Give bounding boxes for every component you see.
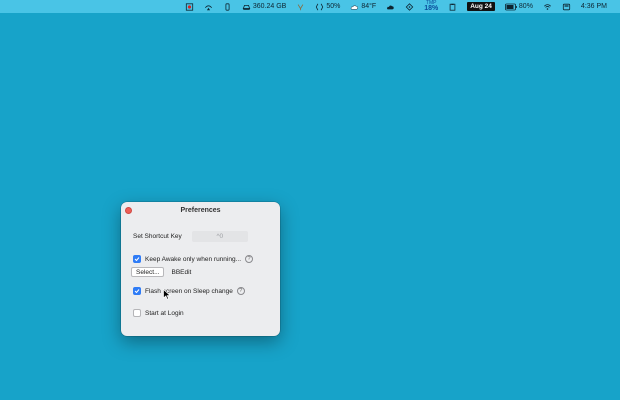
compass-icon [405,2,414,11]
flash-row: Flash screen on Sleep change ? [133,287,245,295]
menu-extra-location[interactable] [400,0,419,13]
temp-value: 18% [424,5,439,12]
disk-space: 360.24 GB [252,3,287,10]
clipboard-icon [448,3,457,11]
menu-extra-battery[interactable]: 80% [500,0,538,13]
start-at-login-checkbox[interactable] [133,309,141,317]
preferences-window: Preferences Set Shortcut Key ^0 Keep Awa… [121,202,280,336]
checkmark-icon [134,289,140,294]
login-row: Start at Login [133,309,184,317]
network-icon [296,3,305,11]
weather-temp: 84°F [361,3,377,10]
shortcut-label: Set Shortcut Key [133,233,182,240]
shortcut-row: Set Shortcut Key ^0 [133,231,248,242]
window-title: Preferences [180,206,221,214]
app-select-row: Select... BBEdit [131,267,191,277]
control-center-icon [562,3,571,11]
menu-bar: 360.24 GB 50% 84°F TMP 18% Aug 24 80% 4:… [0,0,620,13]
menu-extra-clipboard[interactable] [443,0,462,13]
menu-extra-weather[interactable]: 84°F [345,0,381,13]
battery-icon [505,3,517,11]
usb-icon [223,2,232,11]
battery-percent: 50% [326,3,341,10]
keep-awake-label: Keep Awake only when running... [145,255,242,263]
start-at-login-label: Start at Login [145,309,184,317]
checkmark-icon [134,257,140,262]
record-icon [185,2,194,11]
flash-screen-checkbox[interactable] [133,287,141,295]
selected-app-name: BBEdit [171,268,192,276]
keep-awake-row: Keep Awake only when running... ? [133,255,254,263]
shortcut-key-field[interactable]: ^0 [191,231,248,242]
date-label: Aug 24 [467,2,495,11]
flash-screen-label: Flash screen on Sleep change [145,287,233,295]
menu-extra-disk[interactable]: 360.24 GB [237,0,291,13]
menu-clock[interactable]: 4:36 PM [576,0,612,13]
cloud-icon [350,3,359,11]
select-app-button[interactable]: Select... [131,267,165,277]
help-icon[interactable]: ? [245,255,254,263]
clock-time: 4:36 PM [580,3,607,10]
menu-extra-control-center[interactable] [557,0,576,13]
wifi-icon [543,3,552,11]
battery-level: 80% [518,3,533,10]
menu-extra-cloud[interactable] [381,0,400,13]
diamond-icon [315,3,324,11]
menu-extra-usb[interactable] [218,0,237,13]
airplay-icon [204,3,213,11]
menu-extra-airplay[interactable] [199,0,218,13]
window-titlebar[interactable]: Preferences [121,202,280,218]
menu-extra-temperature[interactable]: TMP 18% [419,0,443,13]
menu-extra-wifi[interactable] [538,0,557,13]
close-button[interactable] [125,207,132,214]
keep-awake-checkbox[interactable] [133,255,141,263]
menu-extra-record[interactable] [180,0,199,13]
menu-extra-network[interactable] [291,0,310,13]
menu-extra-caffeine[interactable]: 50% [310,0,345,13]
help-icon[interactable]: ? [236,287,245,295]
cloud-dark-icon [386,3,395,11]
mouse-pointer-icon [163,289,171,300]
menu-extra-date[interactable]: Aug 24 [462,0,500,13]
disk-icon [242,3,251,11]
